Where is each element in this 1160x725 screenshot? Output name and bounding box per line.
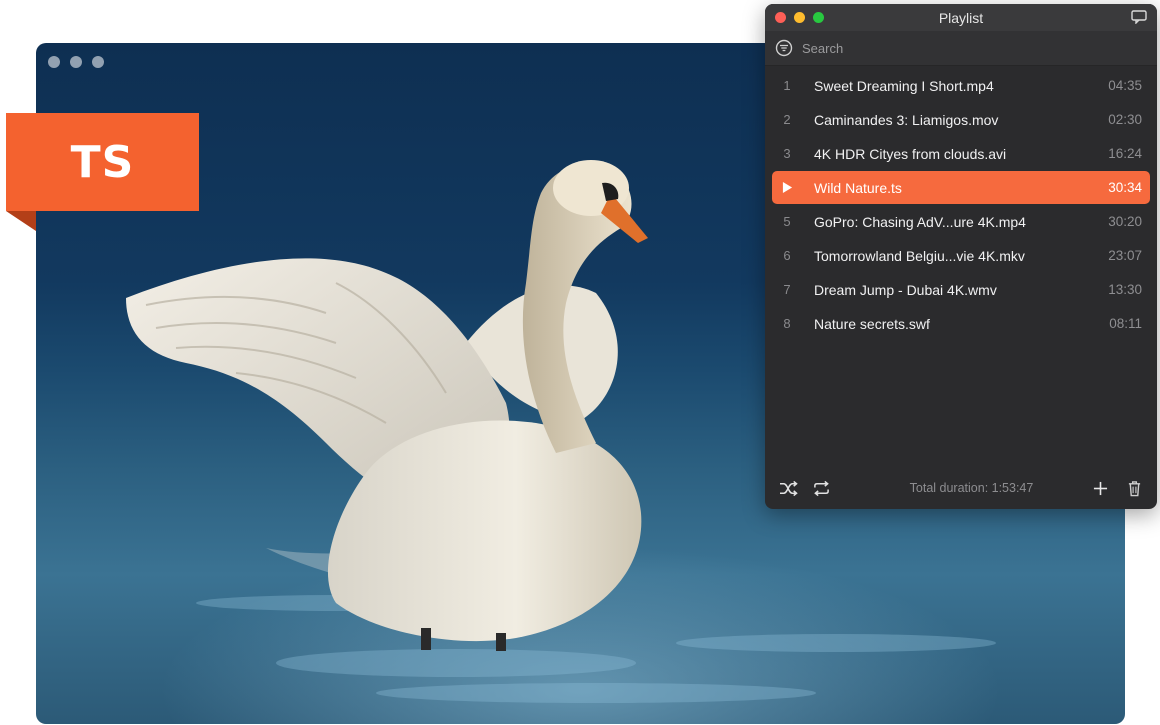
playlist-item[interactable]: 7 Dream Jump - Dubai 4K.wmv 13:30 bbox=[772, 273, 1150, 306]
format-badge: TS bbox=[6, 113, 199, 211]
playlist-item[interactable]: 8 Nature secrets.swf 08:11 bbox=[772, 307, 1150, 340]
zoom-button[interactable] bbox=[813, 12, 824, 23]
minimize-button[interactable] bbox=[794, 12, 805, 23]
item-name: GoPro: Chasing AdV...ure 4K.mp4 bbox=[814, 213, 1026, 230]
item-duration: 08:11 bbox=[1109, 316, 1142, 331]
playlist-item[interactable]: 3 4K HDR Cityes from clouds.avi 16:24 bbox=[772, 137, 1150, 170]
subtitles-icon[interactable] bbox=[1131, 10, 1147, 25]
shuffle-icon[interactable] bbox=[777, 477, 799, 499]
item-name: Dream Jump - Dubai 4K.wmv bbox=[814, 281, 997, 298]
item-index: 6 bbox=[783, 248, 791, 263]
item-index: 2 bbox=[783, 112, 791, 127]
minimize-dot[interactable] bbox=[70, 56, 82, 68]
badge-fold bbox=[6, 211, 36, 231]
playlist-footer: Total duration: 1:53:47 bbox=[765, 467, 1157, 509]
item-index: 5 bbox=[783, 214, 791, 229]
item-index: 3 bbox=[783, 146, 791, 161]
item-duration: 23:07 bbox=[1108, 248, 1142, 263]
playlist-window-controls bbox=[775, 12, 824, 23]
filter-icon[interactable] bbox=[775, 39, 793, 57]
item-name: 4K HDR Cityes from clouds.avi bbox=[814, 145, 1007, 162]
playlist-search-bar bbox=[765, 31, 1157, 66]
maximize-dot[interactable] bbox=[92, 56, 104, 68]
item-name: Nature secrets.swf bbox=[814, 315, 930, 332]
playlist-panel: Playlist 1 Sweet Dreaming I Short.mp4 04… bbox=[765, 4, 1157, 509]
item-index: 8 bbox=[783, 316, 791, 331]
playlist-items: 1 Sweet Dreaming I Short.mp4 04:35 2 Cam… bbox=[765, 66, 1157, 340]
close-button[interactable] bbox=[775, 12, 786, 23]
item-duration: 04:35 bbox=[1108, 78, 1142, 93]
playlist-item[interactable]: 2 Caminandes 3: Liamigos.mov 02:30 bbox=[772, 103, 1150, 136]
item-name: Caminandes 3: Liamigos.mov bbox=[814, 111, 999, 128]
item-name: Sweet Dreaming I Short.mp4 bbox=[814, 77, 994, 94]
close-dot[interactable] bbox=[48, 56, 60, 68]
total-duration: Total duration: 1:53:47 bbox=[909, 481, 1034, 495]
item-duration: 16:24 bbox=[1108, 146, 1142, 161]
playlist-item[interactable]: 6 Tomorrowland Belgiu...vie 4K.mkv 23:07 bbox=[772, 239, 1150, 272]
window-controls bbox=[48, 56, 104, 68]
item-name: Tomorrowland Belgiu...vie 4K.mkv bbox=[814, 247, 1025, 264]
playlist-titlebar[interactable]: Playlist bbox=[765, 4, 1157, 31]
item-name: Wild Nature.ts bbox=[814, 179, 902, 196]
playlist-item[interactable]: 1 Sweet Dreaming I Short.mp4 04:35 bbox=[772, 69, 1150, 102]
playlist-item-playing[interactable]: Wild Nature.ts 30:34 bbox=[772, 171, 1150, 204]
playlist-item[interactable]: 5 GoPro: Chasing AdV...ure 4K.mp4 30:20 bbox=[772, 205, 1150, 238]
add-icon[interactable] bbox=[1089, 477, 1111, 499]
item-index: 1 bbox=[783, 78, 791, 93]
item-duration: 02:30 bbox=[1108, 112, 1142, 127]
repeat-icon[interactable] bbox=[810, 477, 832, 499]
format-badge-label: TS bbox=[70, 136, 135, 188]
play-icon bbox=[772, 181, 802, 194]
item-duration: 30:34 bbox=[1108, 180, 1142, 195]
trash-icon[interactable] bbox=[1123, 477, 1145, 499]
item-duration: 30:20 bbox=[1108, 214, 1142, 229]
item-duration: 13:30 bbox=[1108, 282, 1142, 297]
item-index: 7 bbox=[783, 282, 791, 297]
search-input[interactable] bbox=[802, 40, 1102, 56]
playlist-title: Playlist bbox=[938, 9, 984, 26]
